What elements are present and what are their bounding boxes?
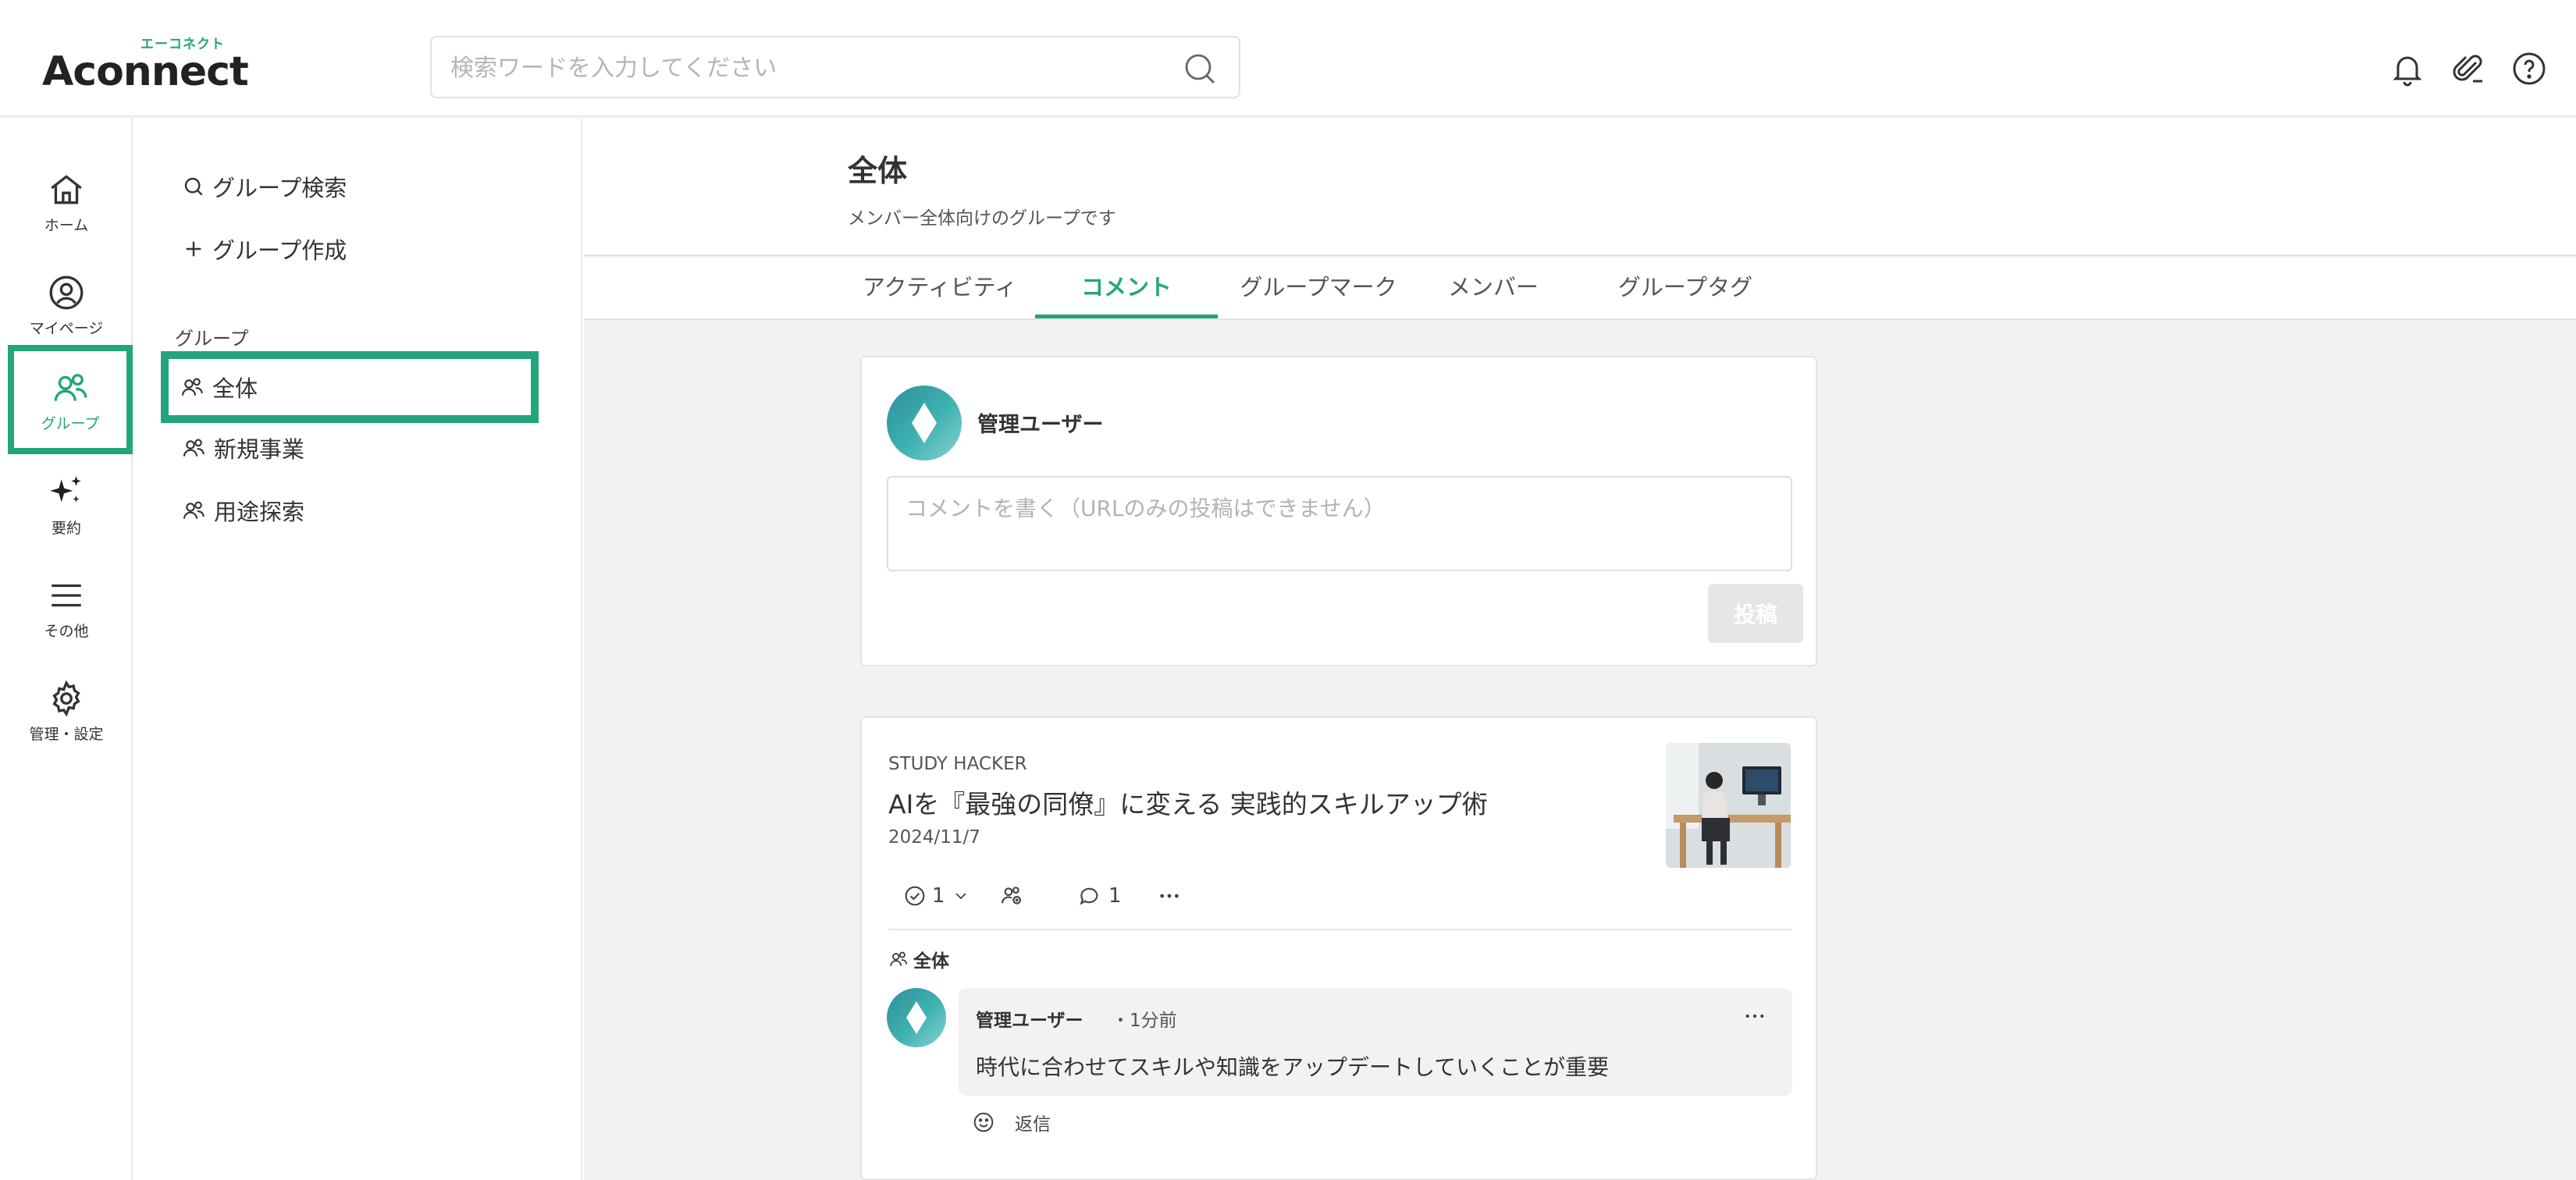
rail-item-other[interactable]: その他 [8,562,125,656]
comment-more-button[interactable] [1742,1004,1767,1034]
group-description: メンバー全体向けのグループです [848,208,1116,229]
rail-item-mypage[interactable]: マイページ [8,259,125,353]
comment-time: ・1分前 [1112,1011,1177,1031]
group-section-title: グループ [175,328,249,350]
group-item-label: 新規事業 [214,436,305,463]
reply-button[interactable]: 返信 [1015,1109,1051,1136]
group-search-label: グループ検索 [212,175,347,201]
comment-bubble: 管理ユーザー ・1分前 時代に合わせてスキルや知識をアップデートしていくことが重… [959,988,1792,1096]
comment-composer: 管理ユーザー 投稿 [860,356,1817,666]
group-tag-label: 全体 [913,951,949,972]
rail-item-summary[interactable]: 要約 [8,459,125,553]
rail-item-home[interactable]: ホーム [8,156,125,250]
post-date: 2024/11/7 [888,827,980,848]
check-circle-icon [905,886,925,906]
app-header: エーコネクト Aconnect [0,0,2576,117]
main-content: 全体 メンバー全体向けのグループです アクティビティ コメント グループマーク … [584,119,2576,1180]
comment-count-button[interactable]: 1 [1077,880,1122,912]
avatar [887,386,962,460]
group-item-use-exploration[interactable]: 用途探索 [181,490,540,531]
group-icon [54,374,87,401]
group-sidebar: グループ検索 グループ作成 グループ 全体 新規事業 用途探索 [134,119,582,1180]
group-search-link[interactable]: グループ検索 [181,167,347,206]
emoji-icon[interactable] [971,1110,996,1135]
group-create-label: グループ作成 [212,237,347,264]
home-icon [51,175,82,204]
search-icon [184,177,203,196]
rail-label-other: その他 [44,623,89,640]
user-circle-icon [49,275,84,310]
tab-group-mark[interactable]: グループマーク [1226,258,1411,318]
logo[interactable]: エーコネクト Aconnect [42,37,253,95]
comment-count: 1 [1108,884,1122,908]
comment-input[interactable] [887,476,1792,571]
search-input[interactable] [450,52,1153,84]
group-header: 全体 メンバー全体向けのグループです [584,119,2576,256]
help-icon[interactable] [2510,50,2548,87]
menu-icon [52,584,81,607]
composer-user-name: 管理ユーザー [977,413,1104,437]
rail-label-settings: 管理・設定 [29,726,104,743]
rail-label-group: グループ [41,415,100,432]
rail-label-summary: 要約 [51,520,81,537]
group-icon [181,378,203,396]
more-options-button[interactable] [1157,880,1182,912]
plus-icon [186,241,201,257]
chevron-down-icon[interactable] [952,887,970,905]
gear-icon [52,680,80,717]
left-rail: ホーム マイページ グループ 要約 その他 管理・設定 [0,119,133,1180]
post-title[interactable]: AIを『最強の同僚』に変える 実践的スキルアップ術 [888,784,1488,821]
share-to-group[interactable] [999,880,1024,912]
post-button[interactable]: 投稿 [1708,584,1803,643]
bell-icon[interactable] [2389,50,2426,87]
more-horizontal-icon [1745,1014,1764,1018]
comment-footer: 返信 [971,1107,1051,1138]
comment-user-name[interactable]: 管理ユーザー [976,1005,1083,1032]
divider [888,929,1792,930]
post-group-tag[interactable]: 全体 [888,946,949,972]
group-icon [183,439,205,457]
tab-members[interactable]: メンバー [1436,258,1550,318]
speech-bubble-icon [1080,887,1098,905]
tab-activity[interactable]: アクティビティ [849,258,1030,318]
tab-bar: アクティビティ コメント グループマーク メンバー グループタグ [584,258,2576,320]
group-item-label: 全体 [212,375,258,402]
rail-label-home: ホーム [44,217,89,234]
group-item-new-business[interactable]: 新規事業 [181,428,540,468]
rail-item-settings[interactable]: 管理・設定 [8,665,125,759]
more-horizontal-icon [1160,894,1179,898]
post-card: STUDY HACKER AIを『最強の同僚』に変える 実践的スキルアップ術 2… [860,716,1817,1180]
group-item-label: 用途探索 [214,499,305,525]
page-title: 全体 [848,154,908,188]
sparkle-icon [50,476,81,503]
comment-avatar [887,988,946,1047]
group-create-link[interactable]: グループ作成 [181,229,347,268]
logo-text: Aconnect [42,48,249,95]
group-icon [890,951,908,966]
post-source: STUDY HACKER [888,754,1027,774]
thumbnail-image [1666,743,1791,868]
post-thumbnail[interactable] [1666,743,1791,868]
comment-text: 時代に合わせてスキルや知識をアップデートしていくことが重要 [976,1054,1610,1080]
group-item-all[interactable]: 全体 [161,351,539,423]
group-share-icon [1001,887,1022,905]
search-box[interactable] [430,36,1240,98]
paperclip-icon[interactable] [2450,50,2487,87]
search-icon[interactable] [1181,50,1219,87]
rail-item-group[interactable]: グループ [8,345,133,454]
check-count: 1 [932,884,945,908]
rail-label-mypage: マイページ [29,320,104,337]
check-reaction[interactable]: 1 [902,880,970,912]
tab-comment[interactable]: コメント [1035,258,1218,318]
tab-group-tag[interactable]: グループタグ [1611,258,1759,318]
group-icon [183,501,205,519]
